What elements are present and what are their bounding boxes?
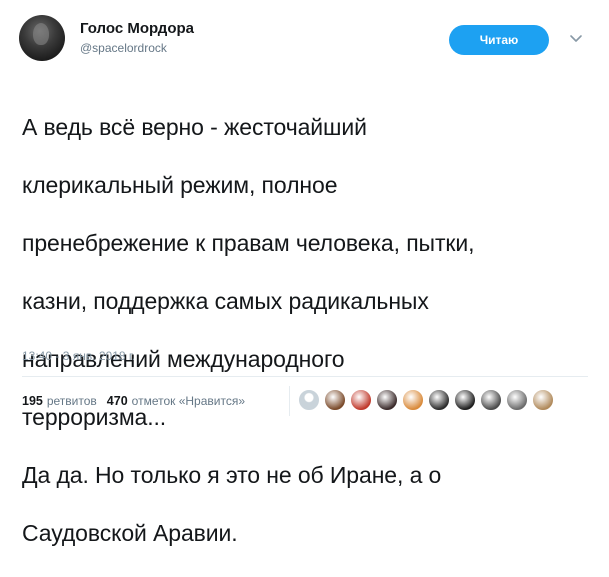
tweet-line: клерикальный режим, полное xyxy=(22,172,338,198)
stats-separator xyxy=(289,386,290,416)
likes-label[interactable]: отметок «Нравится» xyxy=(132,394,245,408)
retweets-label[interactable]: ретвитов xyxy=(47,394,97,408)
liker-avatar[interactable] xyxy=(480,389,502,411)
tweet-line: Да да. Но только я это не об Иране, а о xyxy=(22,462,442,488)
tweet-timestamp[interactable]: 13:40 - 3 янв. 2018 г. xyxy=(22,349,135,363)
default-avatar-icon[interactable] xyxy=(298,389,320,411)
liker-avatar[interactable] xyxy=(324,389,346,411)
likers-avatars xyxy=(298,389,558,411)
liker-avatar[interactable] xyxy=(454,389,476,411)
tweet-text: А ведь всё верно - жесточайший клерикаль… xyxy=(22,84,592,577)
follow-button[interactable]: Читаю xyxy=(449,25,549,55)
liker-avatar[interactable] xyxy=(532,389,554,411)
retweets-count[interactable]: 195 xyxy=(22,394,43,408)
tweet-line: А ведь всё верно - жесточайший xyxy=(22,114,367,140)
liker-avatar[interactable] xyxy=(428,389,450,411)
author-handle[interactable]: @spacelordrock xyxy=(80,41,167,55)
author-display-name[interactable]: Голос Мордора xyxy=(80,20,194,37)
tweet-line: пренебрежение к правам человека, пытки, xyxy=(22,230,475,256)
liker-avatar[interactable] xyxy=(402,389,424,411)
divider xyxy=(22,376,588,377)
author-avatar[interactable] xyxy=(19,15,65,61)
tweet-stats: 195 ретвитов 470 отметок «Нравится» xyxy=(22,394,255,408)
likes-count[interactable]: 470 xyxy=(107,394,128,408)
liker-avatar[interactable] xyxy=(350,389,372,411)
chevron-down-icon[interactable] xyxy=(568,30,584,46)
liker-avatar[interactable] xyxy=(376,389,398,411)
tweet-line: казни, поддержка самых радикальных xyxy=(22,288,429,314)
liker-avatar[interactable] xyxy=(506,389,528,411)
tweet-line: Саудовской Аравии. xyxy=(22,520,238,546)
